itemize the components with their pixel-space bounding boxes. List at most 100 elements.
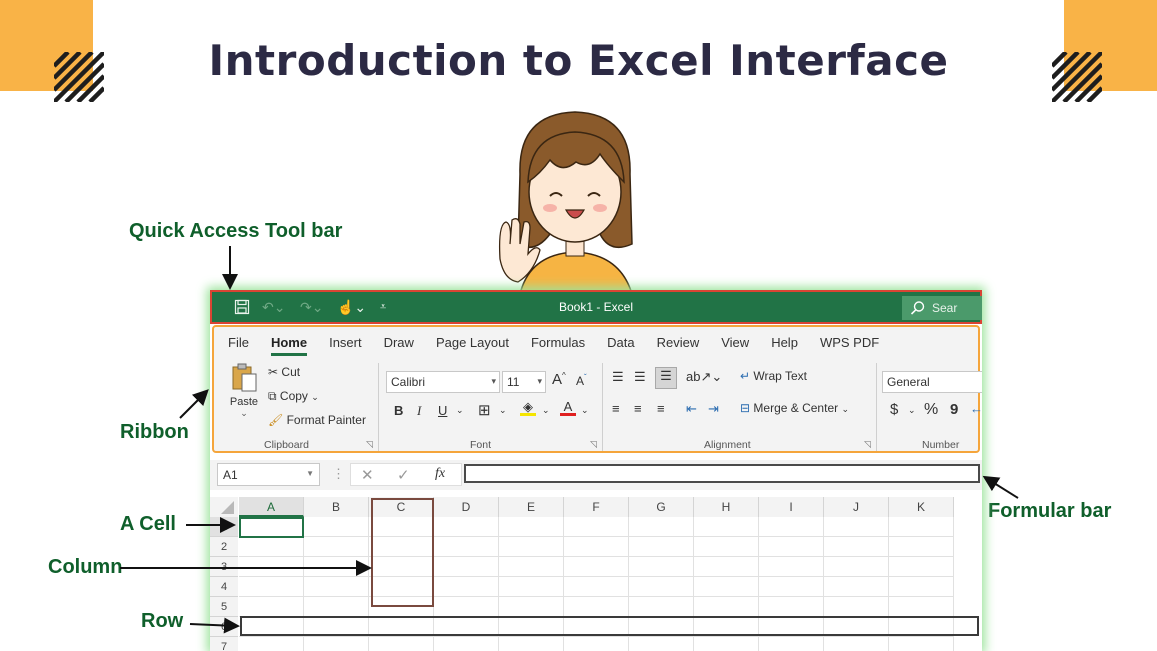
row-header-3[interactable]: 3 xyxy=(210,557,238,577)
borders-icon[interactable]: ⊞ xyxy=(478,401,491,419)
align-middle-icon[interactable]: ☰ xyxy=(634,369,646,385)
name-box[interactable]: A1 ▼ xyxy=(217,463,320,486)
cell-g4[interactable] xyxy=(629,577,694,597)
cell-a7[interactable] xyxy=(239,637,304,651)
column-header-h[interactable]: H xyxy=(694,497,759,517)
cell-d3[interactable] xyxy=(434,557,499,577)
cell-i7[interactable] xyxy=(759,637,824,651)
row-header-6[interactable]: 6 xyxy=(210,617,238,637)
cell-h7[interactable] xyxy=(694,637,759,651)
wrap-text-button[interactable]: ↵ Wrap Text xyxy=(740,369,807,383)
cell-e4[interactable] xyxy=(499,577,564,597)
column-header-j[interactable]: J xyxy=(824,497,889,517)
format-painter-button[interactable]: 🖌 Format Painter xyxy=(268,413,366,427)
row-header-2[interactable]: 2 xyxy=(210,537,238,557)
percent-button[interactable]: % xyxy=(924,401,938,419)
cell-e1[interactable] xyxy=(499,517,564,537)
tab-draw[interactable]: Draw xyxy=(384,335,414,356)
cell-g2[interactable] xyxy=(629,537,694,557)
cell-e5[interactable] xyxy=(499,597,564,617)
active-cell-a1[interactable] xyxy=(239,517,304,538)
tab-file[interactable]: File xyxy=(228,335,249,356)
cell-a3[interactable] xyxy=(239,557,304,577)
underline-button[interactable]: U xyxy=(438,403,447,418)
cell-f3[interactable] xyxy=(564,557,629,577)
cell-i3[interactable] xyxy=(759,557,824,577)
cell-j7[interactable] xyxy=(824,637,889,651)
cell-g3[interactable] xyxy=(629,557,694,577)
cell-h4[interactable] xyxy=(694,577,759,597)
cell-c7[interactable] xyxy=(369,637,434,651)
merge-center-button[interactable]: ⊟ Merge & Center ⌄ xyxy=(740,401,849,415)
tab-wps-pdf[interactable]: WPS PDF xyxy=(820,335,879,356)
column-header-f[interactable]: F xyxy=(564,497,629,517)
cell-d4[interactable] xyxy=(434,577,499,597)
dialog-launcher-icon[interactable]: ◹ xyxy=(590,439,597,450)
tab-insert[interactable]: Insert xyxy=(329,335,362,356)
cell-j5[interactable] xyxy=(824,597,889,617)
cell-h5[interactable] xyxy=(694,597,759,617)
number-format-select[interactable]: General xyxy=(882,371,982,393)
tab-review[interactable]: Review xyxy=(657,335,700,356)
cell-k5[interactable] xyxy=(889,597,954,617)
column-header-k[interactable]: K xyxy=(889,497,954,517)
cell-j1[interactable] xyxy=(824,517,889,537)
decimal-icon[interactable]: ← xyxy=(970,401,982,416)
cell-d7[interactable] xyxy=(434,637,499,651)
chevron-down-icon[interactable]: ⌄ xyxy=(456,405,464,416)
cell-j2[interactable] xyxy=(824,537,889,557)
column-header-i[interactable]: I xyxy=(759,497,824,517)
comma-style-button[interactable]: 9 xyxy=(950,401,958,418)
paste-button[interactable]: Paste ⌄ xyxy=(226,363,262,419)
cell-k3[interactable] xyxy=(889,557,954,577)
tab-page-layout[interactable]: Page Layout xyxy=(436,335,509,356)
cell-j3[interactable] xyxy=(824,557,889,577)
cell-f1[interactable] xyxy=(564,517,629,537)
select-all-corner[interactable] xyxy=(210,497,238,517)
cell-f4[interactable] xyxy=(564,577,629,597)
cell-i2[interactable] xyxy=(759,537,824,557)
chevron-down-icon[interactable]: ⌄ xyxy=(542,405,550,416)
cell-b1[interactable] xyxy=(304,517,369,537)
cell-b2[interactable] xyxy=(304,537,369,557)
cell-e2[interactable] xyxy=(499,537,564,557)
tab-formulas[interactable]: Formulas xyxy=(531,335,585,356)
bold-button[interactable]: B xyxy=(394,403,403,418)
fill-color-icon[interactable]: ◈ xyxy=(520,399,536,416)
formula-input[interactable] xyxy=(464,464,980,483)
row-header-5[interactable]: 5 xyxy=(210,597,238,617)
cell-e3[interactable] xyxy=(499,557,564,577)
cell-h2[interactable] xyxy=(694,537,759,557)
row-header-1[interactable]: 1 xyxy=(210,517,238,537)
cell-h3[interactable] xyxy=(694,557,759,577)
cell-h1[interactable] xyxy=(694,517,759,537)
align-top-icon[interactable]: ☰ xyxy=(612,369,624,385)
chevron-down-icon[interactable]: ⌄ xyxy=(908,405,916,416)
cell-g7[interactable] xyxy=(629,637,694,651)
font-color-icon[interactable]: A xyxy=(560,399,576,416)
increase-font-size-button[interactable]: A^ xyxy=(552,371,566,388)
tab-home[interactable]: Home xyxy=(270,335,308,356)
cell-a5[interactable] xyxy=(239,597,304,617)
orientation-icon[interactable]: ab↗⌄ xyxy=(686,369,722,385)
column-header-e[interactable]: E xyxy=(499,497,564,517)
cell-i4[interactable] xyxy=(759,577,824,597)
row-header-4[interactable]: 4 xyxy=(210,577,238,597)
cell-d1[interactable] xyxy=(434,517,499,537)
tab-view[interactable]: View xyxy=(721,335,749,356)
copy-button[interactable]: ⧉ Copy ⌄ xyxy=(268,389,319,404)
cell-f5[interactable] xyxy=(564,597,629,617)
cell-d2[interactable] xyxy=(434,537,499,557)
align-left-icon[interactable]: ≡ xyxy=(612,401,620,416)
cell-b3[interactable] xyxy=(304,557,369,577)
dialog-launcher-icon[interactable]: ◹ xyxy=(864,439,871,450)
cell-k4[interactable] xyxy=(889,577,954,597)
cell-i5[interactable] xyxy=(759,597,824,617)
cell-f2[interactable] xyxy=(564,537,629,557)
cell-b7[interactable] xyxy=(304,637,369,651)
cell-b5[interactable] xyxy=(304,597,369,617)
align-bottom-icon[interactable]: ☰ xyxy=(655,367,677,389)
insert-function-button[interactable]: fx xyxy=(435,466,445,482)
decrease-font-size-button[interactable]: Aˇ xyxy=(576,373,587,388)
cell-a2[interactable] xyxy=(239,537,304,557)
